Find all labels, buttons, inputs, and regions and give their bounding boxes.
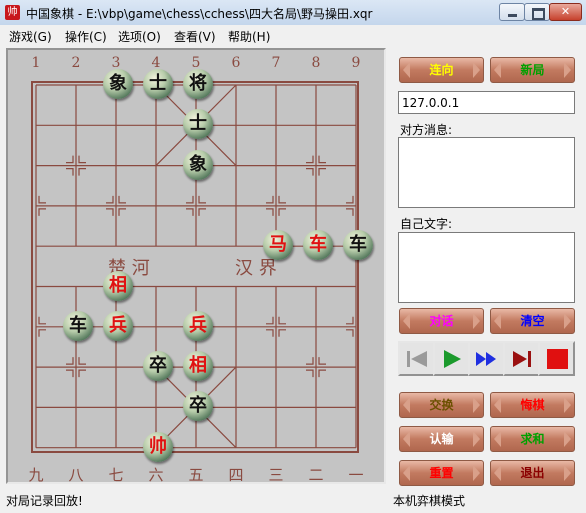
- fast-forward-icon: [476, 352, 496, 366]
- bottom-file-label-4: 六: [148, 466, 164, 484]
- own-text-box[interactable]: [398, 232, 575, 303]
- ip-address-input[interactable]: [398, 91, 575, 114]
- own-text-label: 自己文字:: [400, 217, 453, 231]
- top-file-label-8: 8: [311, 55, 321, 71]
- swap-button[interactable]: 交换: [399, 392, 484, 418]
- position-mark: [346, 316, 354, 325]
- stop-button[interactable]: [538, 341, 575, 376]
- river-right-text: 汉 界: [235, 258, 277, 279]
- position-mark: [66, 357, 74, 365]
- position-mark: [278, 195, 286, 204]
- bottom-file-label-7: 三: [268, 466, 284, 484]
- position-mark: [38, 316, 46, 325]
- position-mark: [186, 195, 194, 204]
- black-piece-车[interactable]: 车: [343, 230, 373, 261]
- red-piece-相[interactable]: 相: [183, 351, 213, 382]
- top-file-label-7: 7: [271, 55, 281, 71]
- new-game-button[interactable]: 新局: [490, 57, 575, 83]
- bottom-file-label-8: 二: [308, 466, 324, 484]
- position-mark: [306, 155, 314, 164]
- play-icon: [444, 350, 461, 368]
- position-mark: [78, 168, 86, 176]
- bottom-file-label-5: 五: [188, 466, 204, 484]
- position-mark: [318, 357, 326, 365]
- red-piece-兵[interactable]: 兵: [103, 310, 133, 341]
- position-mark: [38, 329, 46, 337]
- position-mark: [66, 168, 74, 176]
- first-move-button[interactable]: [398, 341, 435, 376]
- status-right: 本机弈棋模式: [393, 494, 466, 508]
- reset-button[interactable]: 重置: [399, 460, 484, 486]
- position-mark: [106, 208, 114, 216]
- top-file-label-1: 1: [31, 55, 41, 71]
- last-move-button[interactable]: [503, 341, 540, 376]
- position-mark: [78, 357, 86, 365]
- position-mark: [306, 168, 314, 176]
- red-piece-相[interactable]: 相: [103, 270, 133, 301]
- position-mark: [318, 155, 326, 164]
- black-piece-车[interactable]: 车: [63, 310, 93, 341]
- black-piece-将[interactable]: 将: [183, 69, 213, 99]
- fast-forward-button[interactable]: [468, 341, 505, 376]
- position-mark: [38, 208, 46, 216]
- black-piece-象[interactable]: 象: [103, 69, 133, 99]
- position-mark: [38, 195, 46, 204]
- bottom-file-label-3: 七: [108, 466, 124, 484]
- position-mark: [66, 369, 74, 378]
- draw-button[interactable]: 求和: [490, 426, 575, 452]
- top-file-label-9: 9: [351, 55, 361, 71]
- bottom-file-label-9: 一: [348, 466, 364, 484]
- position-mark: [346, 195, 354, 204]
- top-file-label-2: 2: [71, 55, 81, 71]
- peer-message-box[interactable]: [398, 137, 575, 208]
- first-icon: [407, 351, 427, 367]
- undo-button[interactable]: 悔棋: [490, 392, 575, 418]
- resign-button[interactable]: 认输: [399, 426, 484, 452]
- position-mark: [198, 195, 206, 204]
- top-file-label-6: 6: [231, 55, 241, 71]
- position-mark: [198, 208, 206, 216]
- position-mark: [66, 155, 74, 164]
- exit-button[interactable]: 退出: [490, 460, 575, 486]
- position-mark: [78, 369, 86, 378]
- position-mark: [78, 155, 86, 164]
- position-mark: [346, 329, 354, 337]
- position-mark: [266, 208, 274, 216]
- position-mark: [266, 316, 274, 325]
- position-mark: [346, 208, 354, 216]
- position-mark: [266, 195, 274, 204]
- red-piece-帅[interactable]: 帅: [143, 431, 173, 462]
- position-mark: [318, 168, 326, 176]
- black-piece-卒[interactable]: 卒: [143, 351, 173, 382]
- red-piece-马[interactable]: 马: [263, 230, 293, 261]
- position-mark: [278, 329, 286, 337]
- bottom-file-label-2: 八: [68, 466, 84, 484]
- position-mark: [266, 329, 274, 337]
- black-piece-象[interactable]: 象: [183, 149, 213, 180]
- position-mark: [186, 208, 194, 216]
- bottom-file-label-1: 九: [28, 466, 44, 484]
- status-left: 对局记录回放!: [6, 494, 83, 508]
- bottom-file-label-6: 四: [228, 466, 244, 484]
- play-button[interactable]: [433, 341, 470, 376]
- position-mark: [106, 195, 114, 204]
- position-mark: [278, 316, 286, 325]
- position-mark: [118, 208, 126, 216]
- clear-button[interactable]: 清空: [490, 308, 575, 334]
- position-mark: [118, 195, 126, 204]
- peer-message-label: 对方消息:: [400, 123, 453, 137]
- red-piece-车[interactable]: 车: [303, 230, 333, 261]
- position-mark: [318, 369, 326, 378]
- position-mark: [306, 369, 314, 378]
- connect-button[interactable]: 连向: [399, 57, 484, 83]
- black-piece-士[interactable]: 士: [143, 69, 173, 99]
- position-mark: [278, 208, 286, 216]
- chat-button[interactable]: 对话: [399, 308, 484, 334]
- red-piece-兵[interactable]: 兵: [183, 310, 213, 341]
- position-mark: [306, 357, 314, 365]
- stop-icon: [547, 349, 568, 369]
- last-icon: [513, 351, 531, 367]
